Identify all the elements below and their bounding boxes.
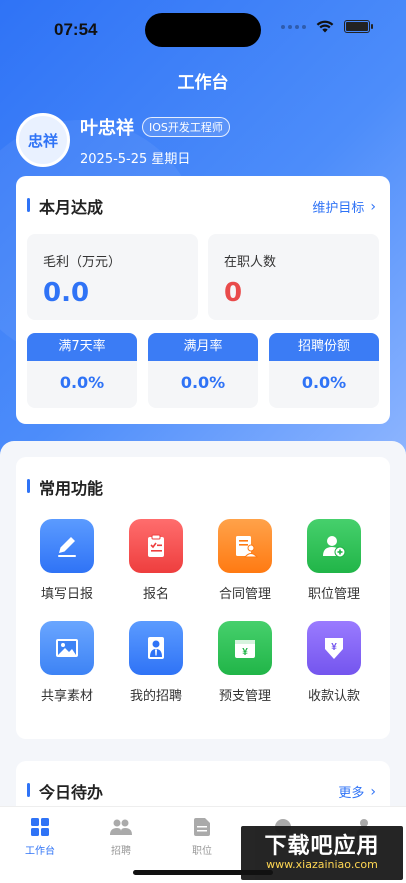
function-label: 合同管理 bbox=[218, 587, 271, 602]
watermark-main: 下载吧应用 bbox=[264, 834, 380, 859]
avatar[interactable]: 忠祥 bbox=[16, 113, 70, 167]
rate-label: 满月率 bbox=[148, 333, 258, 361]
document-icon bbox=[190, 815, 214, 839]
function-label: 预支管理 bbox=[218, 689, 271, 704]
function-daily-report[interactable]: 填写日报 bbox=[27, 519, 107, 602]
function-shared-material[interactable]: 共享素材 bbox=[27, 621, 107, 704]
rate-label: 满7天率 bbox=[27, 333, 137, 361]
title-accent-bar bbox=[27, 198, 30, 212]
common-functions-card: 常用功能 填写日报 报名 合同管理 职位管理 共享素材 我的招聘 ¥ 预支管理 … bbox=[16, 457, 390, 739]
function-label: 共享素材 bbox=[40, 689, 93, 704]
rate-full-month[interactable]: 满月率 0.0% bbox=[148, 333, 258, 408]
role-badge: IOS开发工程师 bbox=[142, 116, 230, 137]
card-header: 本月达成 维护目标 › bbox=[16, 176, 390, 232]
card-title: 常用功能 bbox=[39, 479, 104, 498]
card-header: 常用功能 bbox=[16, 457, 390, 513]
grid-icon bbox=[28, 815, 52, 839]
status-bar: 07:54 bbox=[0, 0, 406, 56]
clipboard-icon bbox=[129, 519, 183, 573]
rate-recruit-share[interactable]: 招聘份额 0.0% bbox=[269, 333, 379, 408]
cash-icon: ¥ bbox=[218, 621, 272, 675]
rate-label: 招聘份额 bbox=[269, 333, 379, 361]
function-label: 报名 bbox=[142, 587, 169, 602]
function-label: 收款认款 bbox=[307, 689, 360, 704]
stat-value: 0 bbox=[224, 278, 243, 308]
user-profile[interactable]: 忠祥 叶忠祥 IOS开发工程师 2025-5-25 星期日 bbox=[16, 113, 230, 167]
monthly-achievement-card: 本月达成 维护目标 › 毛利（万元） 0.0 在职人数 0 满7天率 0.0% … bbox=[16, 176, 390, 424]
maintain-goal-link[interactable]: 维护目标 › bbox=[312, 197, 376, 217]
add-user-icon bbox=[307, 519, 361, 573]
rate-7day[interactable]: 满7天率 0.0% bbox=[27, 333, 137, 408]
function-advance[interactable]: ¥ 预支管理 bbox=[205, 621, 285, 704]
group-icon bbox=[109, 815, 133, 839]
function-label: 职位管理 bbox=[307, 587, 360, 602]
pencil-icon bbox=[40, 519, 94, 573]
tab-label: 工作台 bbox=[25, 846, 55, 857]
chevron-right-icon: › bbox=[370, 198, 376, 215]
staff-count-stat[interactable]: 在职人数 0 bbox=[208, 234, 379, 320]
battery-icon bbox=[344, 20, 373, 33]
tab-recruitment[interactable]: 招聘 bbox=[81, 815, 161, 857]
title-accent-bar bbox=[27, 783, 30, 797]
stat-value: 0.0 bbox=[43, 278, 90, 308]
status-time: 07:54 bbox=[54, 20, 98, 39]
image-icon bbox=[40, 621, 94, 675]
tab-label: 职位 bbox=[192, 846, 212, 857]
gross-profit-stat[interactable]: 毛利（万元） 0.0 bbox=[27, 234, 198, 320]
cellular-icon bbox=[281, 24, 306, 29]
receive-money-icon: ¥ bbox=[307, 621, 361, 675]
user-name: 叶忠祥 bbox=[80, 117, 134, 139]
tab-position[interactable]: 职位 bbox=[162, 815, 242, 857]
rate-value: 0.0% bbox=[180, 373, 226, 392]
status-icons bbox=[281, 20, 373, 33]
function-receipt[interactable]: ¥ 收款认款 bbox=[294, 621, 374, 704]
tab-label: 招聘 bbox=[111, 846, 131, 857]
home-indicator bbox=[133, 870, 273, 875]
contract-icon bbox=[218, 519, 272, 573]
card-title: 本月达成 bbox=[39, 198, 104, 217]
function-contract[interactable]: 合同管理 bbox=[205, 519, 285, 602]
link-label: 更多 bbox=[338, 786, 365, 801]
tab-workbench[interactable]: 工作台 bbox=[0, 815, 80, 857]
more-link[interactable]: 更多 › bbox=[338, 782, 376, 802]
function-my-recruitment[interactable]: 我的招聘 bbox=[116, 621, 196, 704]
current-date: 2025-5-25 星期日 bbox=[80, 151, 191, 167]
rate-value: 0.0% bbox=[301, 373, 347, 392]
title-accent-bar bbox=[27, 479, 30, 493]
function-position[interactable]: 职位管理 bbox=[294, 519, 374, 602]
function-label: 填写日报 bbox=[40, 587, 93, 602]
dynamic-island bbox=[145, 13, 261, 47]
page-title: 工作台 bbox=[177, 73, 229, 93]
svg-text:¥: ¥ bbox=[331, 642, 337, 653]
function-label: 我的招聘 bbox=[129, 689, 182, 704]
link-label: 维护目标 bbox=[312, 201, 365, 216]
function-signup[interactable]: 报名 bbox=[116, 519, 196, 602]
card-title: 今日待办 bbox=[39, 783, 104, 802]
stat-label: 在职人数 bbox=[224, 255, 277, 270]
rate-value: 0.0% bbox=[59, 373, 105, 392]
wifi-icon bbox=[316, 20, 334, 33]
person-tie-icon bbox=[129, 621, 183, 675]
user-info: 叶忠祥 IOS开发工程师 2025-5-25 星期日 bbox=[80, 114, 230, 167]
stat-label: 毛利（万元） bbox=[43, 255, 122, 270]
chevron-right-icon: › bbox=[370, 783, 376, 800]
svg-text:¥: ¥ bbox=[242, 647, 248, 658]
